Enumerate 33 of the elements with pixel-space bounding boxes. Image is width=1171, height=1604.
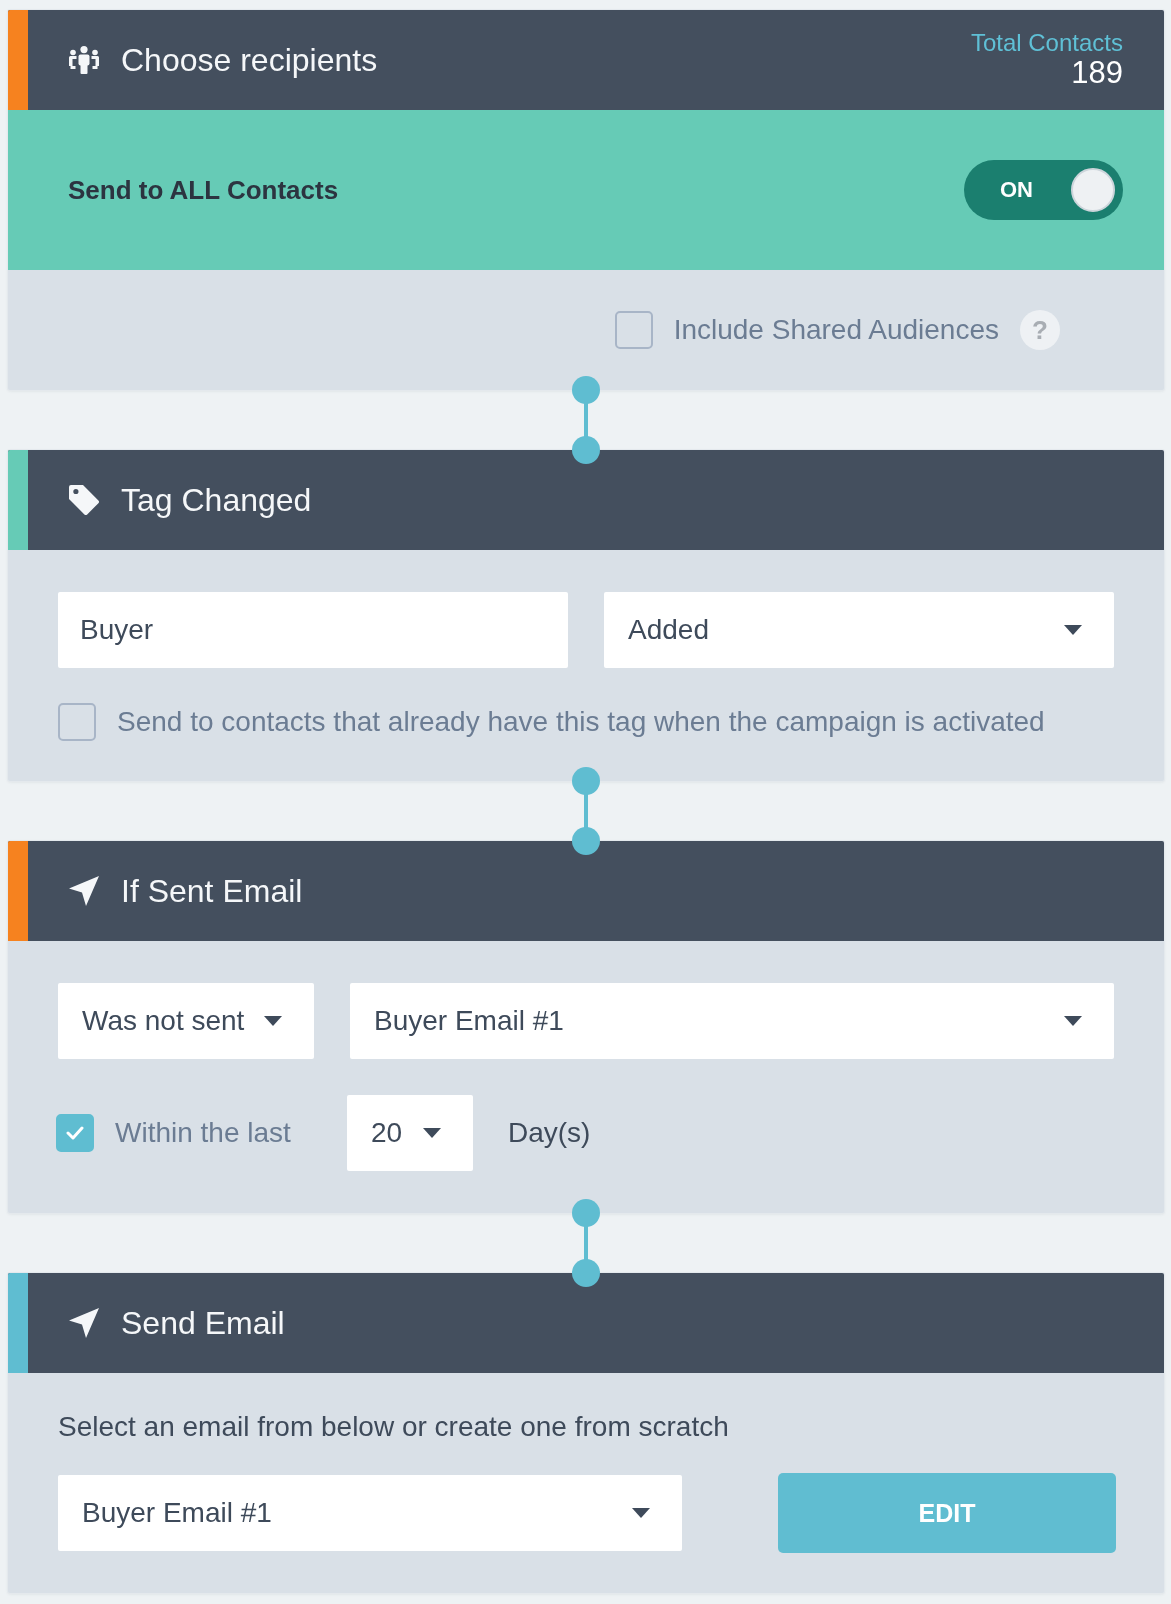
caret-icon xyxy=(264,1016,282,1026)
caret-icon xyxy=(1064,1016,1082,1026)
instruction-text: Select an email from below or create one from scratch xyxy=(58,1410,730,1444)
step-title: Tag Changed xyxy=(121,481,312,519)
checkbox-label: Include Shared Audiences xyxy=(673,313,999,347)
toggle-switch[interactable]: ON xyxy=(964,160,1123,220)
action-dropdown[interactable]: Added xyxy=(604,592,1114,668)
total-contacts-count: 189 xyxy=(1071,56,1123,90)
step-title: Send Email xyxy=(121,1304,285,1342)
paper-plane-icon xyxy=(68,875,100,907)
checkmark-icon xyxy=(66,1126,84,1140)
unit-label: Day(s) xyxy=(508,1117,591,1149)
step-title: Choose recipients xyxy=(121,41,378,79)
checkbox[interactable] xyxy=(614,311,653,349)
email-dropdown[interactable]: Buyer Email #1 xyxy=(58,1475,682,1551)
checkbox[interactable] xyxy=(56,1114,94,1152)
checkbox-label: Within the last xyxy=(115,1116,291,1150)
tag-icon xyxy=(68,484,100,516)
email-dropdown[interactable]: Buyer Email #1 xyxy=(350,983,1114,1059)
toggle-knob xyxy=(1071,168,1115,212)
condition-dropdown[interactable]: Was not sent xyxy=(58,983,314,1059)
caret-icon xyxy=(423,1128,441,1138)
days-dropdown[interactable]: 20 xyxy=(347,1095,473,1171)
caret-icon xyxy=(1064,625,1082,635)
paper-plane-icon xyxy=(68,1307,100,1339)
tag-input[interactable]: Buyer xyxy=(58,592,568,668)
total-contacts-label: Total Contacts xyxy=(970,30,1123,56)
step-title: If Sent Email xyxy=(121,872,303,910)
send-all-label: Send to ALL Contacts xyxy=(68,174,339,206)
people-icon xyxy=(68,46,100,74)
checkbox-label: Send to contacts that already have this tag when the campaign is activated xyxy=(117,705,1045,739)
checkbox[interactable] xyxy=(58,703,96,741)
caret-icon xyxy=(632,1508,650,1518)
